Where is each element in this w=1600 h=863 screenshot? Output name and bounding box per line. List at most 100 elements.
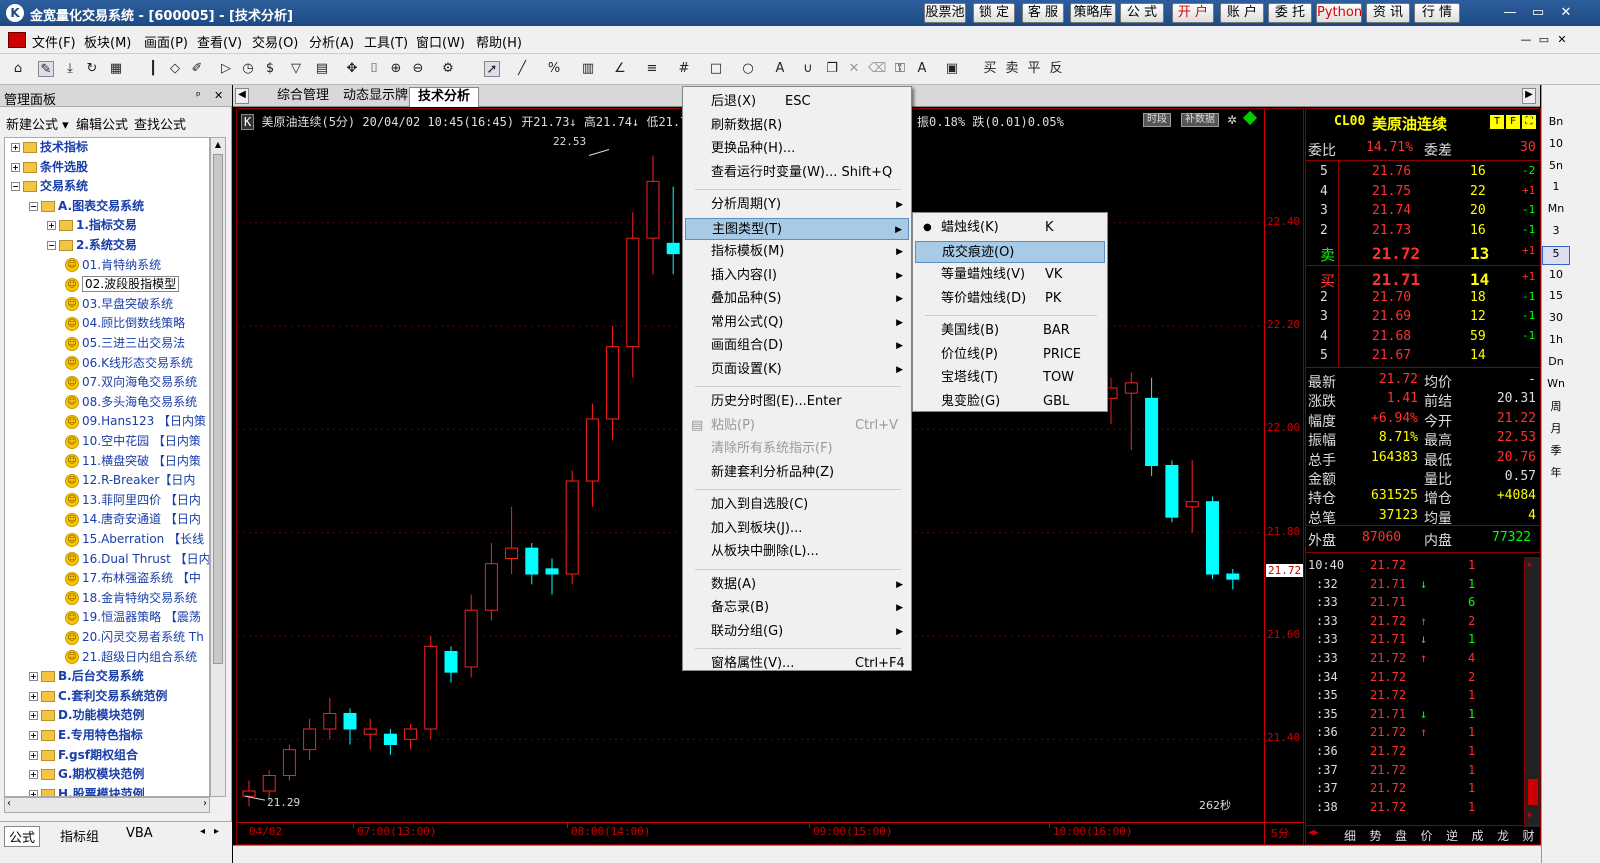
- context-menu-item[interactable]: 画面组合(D) ▶: [685, 335, 909, 357]
- buy-row[interactable]: 2 21.70 18 -1: [1306, 289, 1542, 308]
- sell-row[interactable]: 4 21.75 22 +1: [1306, 183, 1542, 202]
- context-menu-item[interactable]: 插入内容(I) ▶: [685, 265, 909, 287]
- expand-icon[interactable]: +: [29, 691, 38, 701]
- gift-icon[interactable]: ⛶: [1522, 115, 1536, 129]
- bracket-icon[interactable]: ⌷: [366, 61, 382, 77]
- quote-tab[interactable]: 成: [1472, 827, 1484, 844]
- title-button-9[interactable]: 资 讯: [1366, 3, 1410, 23]
- tree-node[interactable]: + 技术指标: [11, 138, 88, 156]
- tree-scrollbar[interactable]: ▲: [210, 137, 226, 797]
- ruler-icon[interactable]: ▥: [580, 61, 596, 77]
- period-button[interactable]: 1: [1542, 180, 1570, 199]
- find-formula-button[interactable]: 查找公式: [134, 114, 186, 133]
- tree-node[interactable]: ☺ 01.肯特纳系统: [65, 256, 161, 274]
- tree-node[interactable]: ☺ 09.Hans123 【日内策: [65, 412, 206, 430]
- collapse-icon[interactable]: −: [29, 201, 38, 211]
- period-button[interactable]: Mn: [1542, 202, 1570, 221]
- context-menu-item[interactable]: 历史分时图(E)...Enter: [685, 391, 909, 413]
- context-menu-item[interactable]: 主图类型(T) ▶: [685, 217, 909, 240]
- expand-icon[interactable]: +: [47, 221, 56, 231]
- context-menu-item[interactable]: 指标模板(M) ▶: [685, 241, 909, 263]
- settings-icon[interactable]: ⚙: [440, 61, 456, 77]
- buy-row[interactable]: 3 21.69 12 -1: [1306, 308, 1542, 327]
- period-button[interactable]: 5n: [1542, 159, 1570, 178]
- tree-node[interactable]: + C.套利交易系统范例: [29, 687, 167, 705]
- expand-icon[interactable]: +: [29, 711, 38, 721]
- expand-icon[interactable]: +: [29, 770, 38, 780]
- tree-node[interactable]: + F.gsf期权组合: [29, 746, 138, 764]
- period-label[interactable]: 5分: [1271, 825, 1289, 841]
- tree-node[interactable]: + 条件选股: [11, 158, 88, 176]
- angle-icon[interactable]: ∠: [612, 61, 628, 77]
- menu-item-3[interactable]: 查看(V): [197, 32, 242, 51]
- context-menu-item[interactable]: 更换品种(H)...: [685, 138, 909, 160]
- grid-icon[interactable]: ▦: [108, 61, 124, 77]
- menu-item-7[interactable]: 窗口(W): [416, 32, 465, 51]
- copy-icon[interactable]: ❐: [824, 61, 840, 77]
- context-menu-item[interactable]: 清除所有系统指示(F): [685, 438, 909, 460]
- tree-node[interactable]: ☺ 07.双向海龟交易系统: [65, 373, 197, 391]
- quote-tab[interactable]: 龙: [1497, 827, 1509, 844]
- submenu-item[interactable]: 成交痕迹(O): [915, 240, 1105, 263]
- tree-node[interactable]: ☺ 18.金肯特纳交易系统: [65, 589, 197, 607]
- title-button-1[interactable]: 锁 定: [973, 3, 1015, 23]
- period-button[interactable]: 15: [1542, 289, 1570, 308]
- tree-node[interactable]: + D.功能模块范例: [29, 706, 145, 724]
- title-button-4[interactable]: 公 式: [1120, 3, 1164, 23]
- buy-row[interactable]: 4 21.68 59 -1: [1306, 328, 1542, 347]
- expand-icon[interactable]: +: [29, 789, 38, 796]
- save-icon[interactable]: ▣: [944, 61, 960, 77]
- title-button-0[interactable]: 股票池: [924, 3, 966, 23]
- tree-node[interactable]: ☺ 16.Dual Thrust 【日内: [65, 550, 209, 568]
- t-icon[interactable]: T: [1490, 115, 1504, 129]
- buy-icon[interactable]: 买: [982, 61, 998, 77]
- filter-icon[interactable]: ▽: [288, 61, 304, 77]
- collapse-icon[interactable]: −: [47, 241, 56, 250]
- period-button[interactable]: 周: [1542, 398, 1570, 417]
- diamond-icon[interactable]: ◇: [167, 61, 183, 77]
- context-menu-item[interactable]: 备忘录(B) ▶: [685, 597, 909, 619]
- context-menu-item[interactable]: 页面设置(K) ▶: [685, 359, 909, 381]
- tree-node[interactable]: ☺ 04.顾比倒数线策略: [65, 314, 185, 332]
- tree-node[interactable]: +1.指标交易: [47, 216, 137, 234]
- context-menu-item[interactable]: 常用公式(Q) ▶: [685, 312, 909, 334]
- sell-icon[interactable]: 卖: [1004, 61, 1020, 77]
- tree-node[interactable]: ☺ 10.空中花园 【日内策: [65, 432, 201, 450]
- fib-icon[interactable]: ≡: [644, 61, 660, 77]
- submenu-item[interactable]: 美国线(B) BAR: [915, 320, 1105, 342]
- context-menu-item[interactable]: 加入到自选股(C): [685, 494, 909, 516]
- context-menu-item[interactable]: 叠加品种(S) ▶: [685, 288, 909, 310]
- tab-scroll-right-icon[interactable]: ▶: [1522, 88, 1536, 104]
- period-button[interactable]: 季: [1542, 442, 1570, 461]
- pin-icon[interactable]: ᵖ: [196, 89, 201, 102]
- quote-tab-prev-icon[interactable]: ◀▶: [1308, 828, 1319, 838]
- submenu-item[interactable]: 等价蜡烛线(D) PK: [915, 288, 1105, 310]
- context-menu-item[interactable]: 查看运行时变量(W)... Shift+Q: [685, 162, 909, 184]
- panel-close-icon[interactable]: ✕: [214, 89, 223, 102]
- tree-node[interactable]: − A.图表交易系统: [29, 197, 144, 215]
- tree-node[interactable]: ☺ 14.唐奇安通道 【日内: [65, 510, 201, 528]
- submenu-item[interactable]: 宝塔线(T) TOW: [915, 367, 1105, 389]
- tree-node[interactable]: + G.期权模块范例: [29, 765, 144, 783]
- candle-icon[interactable]: ┃: [145, 61, 161, 77]
- menu-item-5[interactable]: 分析(A): [309, 32, 354, 51]
- clock-icon[interactable]: ◷: [240, 61, 256, 77]
- rect-icon[interactable]: □: [708, 61, 724, 77]
- context-menu-item[interactable]: 粘贴(P) Ctrl+V ▤: [685, 415, 909, 437]
- pen-icon[interactable]: ✎: [38, 61, 54, 77]
- buy-row[interactable]: 5 21.67 14: [1306, 347, 1542, 366]
- buy-row[interactable]: 买 21.71 14 +1: [1306, 269, 1542, 290]
- magnet-icon[interactable]: ∪: [800, 61, 816, 77]
- tab-scroll-left-icon[interactable]: ◀: [235, 88, 249, 104]
- period-button[interactable]: 月: [1542, 420, 1570, 439]
- submenu-item[interactable]: 鬼变脸(G) GBL: [915, 391, 1105, 413]
- close-pos-icon[interactable]: 平: [1026, 61, 1042, 77]
- tree-node[interactable]: ☺ 13.菲阿里四价 【日内: [65, 491, 201, 509]
- tab-scroll-right[interactable]: ▸: [214, 826, 219, 837]
- sell-row[interactable]: 5 21.76 16 -2: [1306, 163, 1542, 182]
- period-button[interactable]: Wn: [1542, 377, 1570, 396]
- context-menu-item[interactable]: 从板块中删除(L)...: [685, 541, 909, 563]
- trash-icon[interactable]: ⌫: [868, 61, 886, 77]
- period-button[interactable]: 5: [1542, 245, 1570, 265]
- move-icon[interactable]: ✥: [344, 61, 360, 77]
